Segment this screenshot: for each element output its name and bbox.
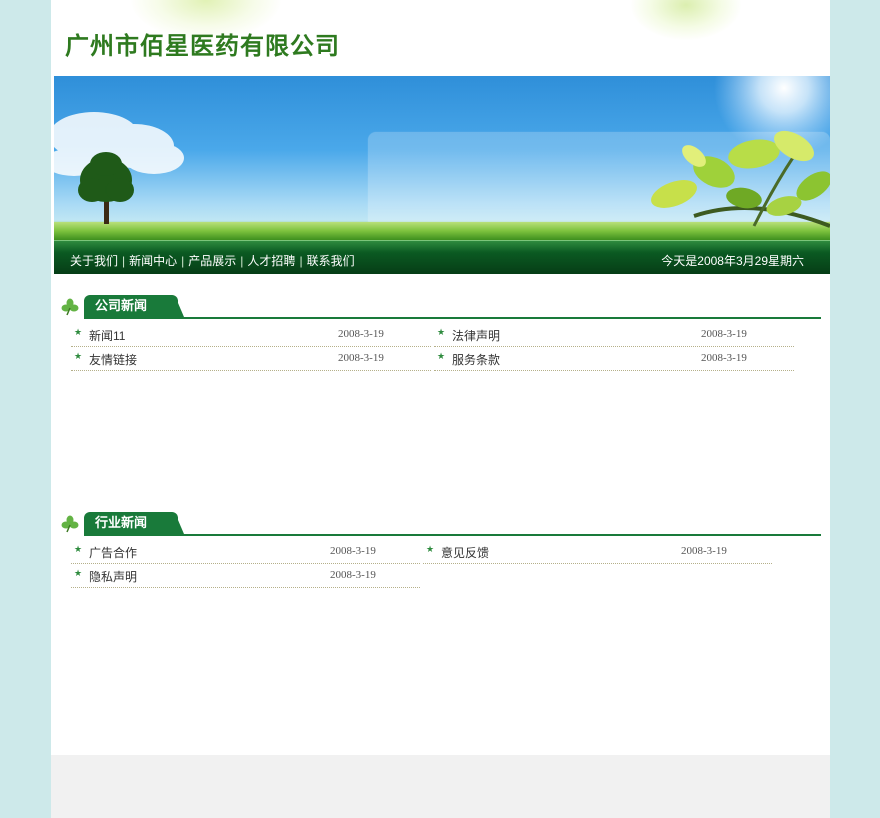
news-title[interactable]: 法律声明 bbox=[452, 327, 500, 344]
news-date: 2008-3-19 bbox=[681, 545, 727, 557]
list-item[interactable]: ★ 服务条款 2008-3-19 bbox=[434, 346, 794, 371]
nav-item-products[interactable]: 产品展示 bbox=[188, 254, 236, 268]
tab-notch bbox=[178, 303, 184, 317]
news-title[interactable]: 意见反馈 bbox=[441, 544, 489, 561]
news-title[interactable]: 隐私声明 bbox=[89, 568, 137, 585]
flower-decoration bbox=[631, 0, 741, 40]
clover-icon bbox=[61, 298, 79, 316]
nav-item-news[interactable]: 新闻中心 bbox=[129, 254, 177, 268]
clover-icon bbox=[61, 515, 79, 533]
news-date: 2008-3-19 bbox=[330, 545, 376, 557]
list-item[interactable]: ★ 新闻11 2008-3-19 bbox=[71, 322, 431, 347]
section-divider bbox=[84, 317, 821, 319]
header: 广州市佰星医药有限公司 bbox=[51, 0, 830, 76]
company-news-section: 公司新闻 ★ 新闻11 2008-3-19 ★ 法律声明 2008-3-19 ★… bbox=[61, 295, 821, 371]
industry-news-section: 行业新闻 ★ 广告合作 2008-3-19 ★ 意见反馈 2008-3-19 ★… bbox=[61, 512, 821, 588]
main-nav: 关于我们 | 新闻中心 | 产品展示 | 人才招聘 | 联系我们 今天是2008年3月29星期六 bbox=[54, 240, 830, 274]
star-icon: ★ bbox=[426, 544, 435, 554]
star-icon: ★ bbox=[74, 327, 83, 337]
news-title[interactable]: 广告合作 bbox=[89, 544, 137, 561]
company-logo[interactable]: 广州市佰星医药有限公司 bbox=[65, 26, 340, 61]
star-icon: ★ bbox=[437, 327, 446, 337]
star-icon: ★ bbox=[437, 351, 446, 361]
section-header: 公司新闻 bbox=[61, 295, 821, 319]
list-item[interactable]: ★ 法律声明 2008-3-19 bbox=[434, 322, 794, 347]
star-icon: ★ bbox=[74, 544, 83, 554]
nav-separator: | bbox=[181, 254, 185, 268]
list-item[interactable]: ★ 友情链接 2008-3-19 bbox=[71, 346, 431, 371]
section-title: 公司新闻 bbox=[84, 295, 178, 317]
news-date: 2008-3-19 bbox=[338, 352, 384, 364]
banner-illustration bbox=[54, 76, 830, 240]
nav-separator: | bbox=[299, 254, 303, 268]
news-title[interactable]: 新闻11 bbox=[89, 327, 125, 344]
tab-notch bbox=[178, 520, 184, 534]
nav-separator: | bbox=[240, 254, 244, 268]
star-icon: ★ bbox=[74, 568, 83, 578]
page-container: 广州市佰星医药有限公司 关于我们 | 新闻中心 | 产品展示 | 人才招聘 | … bbox=[51, 0, 830, 818]
news-date: 2008-3-19 bbox=[701, 352, 747, 364]
section-header: 行业新闻 bbox=[61, 512, 821, 536]
nav-item-careers[interactable]: 人才招聘 bbox=[247, 254, 295, 268]
star-icon: ★ bbox=[74, 351, 83, 361]
footer bbox=[51, 755, 830, 818]
news-date: 2008-3-19 bbox=[338, 328, 384, 340]
news-title[interactable]: 服务条款 bbox=[452, 351, 500, 368]
current-date: 今天是2008年3月29星期六 bbox=[661, 254, 804, 268]
news-date: 2008-3-19 bbox=[330, 569, 376, 581]
banner-image bbox=[54, 76, 830, 240]
section-title: 行业新闻 bbox=[84, 512, 178, 534]
news-title[interactable]: 友情链接 bbox=[89, 351, 137, 368]
nav-links: 关于我们 | 新闻中心 | 产品展示 | 人才招聘 | 联系我们 bbox=[70, 252, 355, 269]
nav-separator: | bbox=[122, 254, 126, 268]
nav-item-contact[interactable]: 联系我们 bbox=[307, 254, 355, 268]
section-divider bbox=[84, 534, 821, 536]
nav-item-about[interactable]: 关于我们 bbox=[70, 254, 118, 268]
list-item[interactable]: ★ 意见反馈 2008-3-19 bbox=[423, 539, 772, 564]
news-date: 2008-3-19 bbox=[701, 328, 747, 340]
list-item[interactable]: ★ 广告合作 2008-3-19 bbox=[71, 539, 420, 564]
list-item[interactable]: ★ 隐私声明 2008-3-19 bbox=[71, 563, 420, 588]
